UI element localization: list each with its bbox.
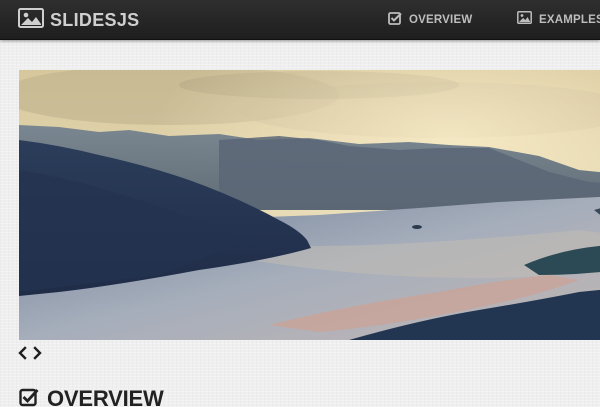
top-navbar: SLIDESJS OVERVIEW EXAMPLES [0,0,600,40]
section-heading-overview: OVERVIEW [19,386,164,407]
nav-item-examples[interactable]: EXAMPLES [517,11,600,29]
landscape-photo [19,70,600,340]
brand-name: SLIDESJS [50,9,140,30]
nav-item-overview[interactable]: OVERVIEW [388,11,473,30]
section-title: OVERVIEW [47,386,164,407]
nav-item-label: OVERVIEW [409,14,473,26]
nav-item-label: EXAMPLES [539,14,600,26]
checkbox-icon [388,11,402,30]
slide-pager [17,346,43,360]
brand-link[interactable]: SLIDESJS [18,7,140,33]
checkbox-icon [19,387,39,407]
chevron-right-icon[interactable] [32,346,43,360]
slideshow-image[interactable] [19,70,600,340]
picture-icon [18,7,44,33]
chevron-left-icon[interactable] [17,346,28,360]
picture-icon [517,11,532,29]
